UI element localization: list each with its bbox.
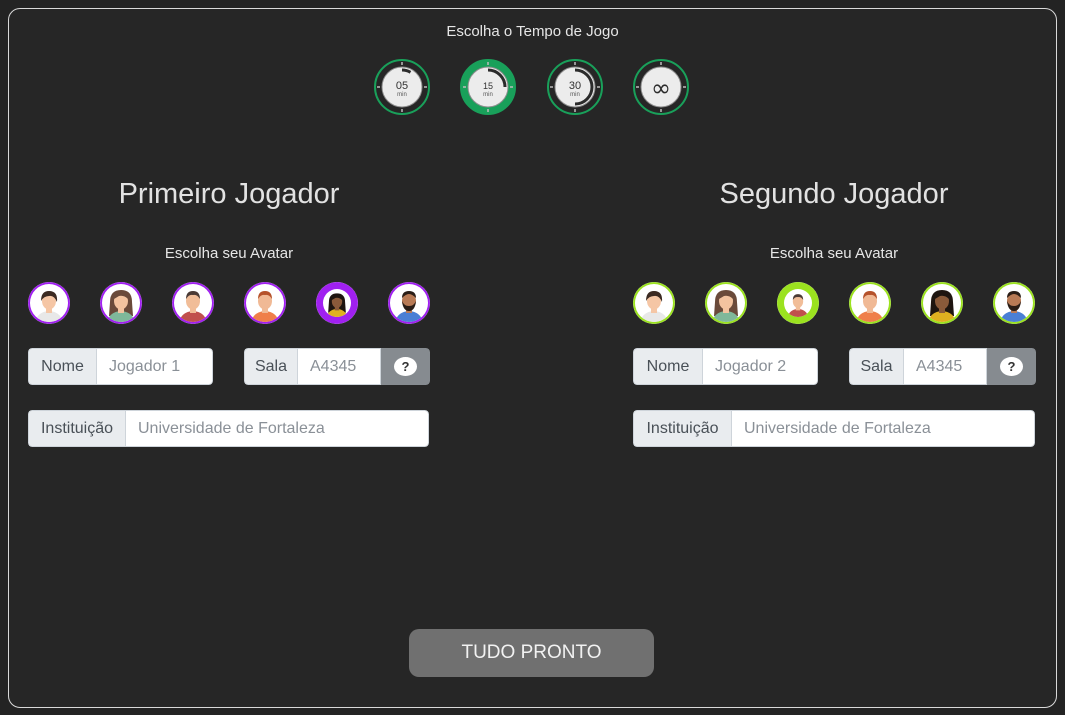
player1-avatar-option[interactable] <box>388 282 430 324</box>
woman-long-hair-icon <box>100 282 142 324</box>
woman-short-hair-icon <box>633 282 675 324</box>
timer-unit: min <box>397 92 407 98</box>
timer-unit: min <box>570 92 580 98</box>
timer-option-30-min[interactable]: 30 min <box>547 59 603 115</box>
man-red-hair-icon <box>244 282 286 324</box>
player1-avatar-option[interactable] <box>244 282 286 324</box>
player1-institution-input[interactable] <box>125 410 429 447</box>
player2-institution-group: Instituição <box>633 410 1035 447</box>
stopwatch-icon: ∞ <box>636 62 686 112</box>
player2-avatar-option[interactable] <box>777 282 819 324</box>
timer-value: 05 <box>396 80 408 92</box>
stopwatch-icon: 05min <box>377 62 427 112</box>
timer-option-15-min[interactable]: 15 min <box>460 59 516 115</box>
player2-room-input[interactable] <box>903 348 987 385</box>
player2-title: Segundo Jogador <box>719 178 949 210</box>
player2-room-help-button[interactable]: ? <box>987 348 1036 385</box>
stopwatch-icon: 15min <box>463 62 513 112</box>
player2-name-group: Nome <box>633 348 818 385</box>
man-beard-icon <box>388 282 430 324</box>
man-beard-icon <box>993 282 1035 324</box>
player1-avatar-option[interactable] <box>28 282 70 324</box>
woman-dark-skin-icon <box>921 282 963 324</box>
player2-institution-label: Instituição <box>633 410 731 447</box>
timer-value: 15 <box>483 81 493 91</box>
player1-name-input[interactable] <box>96 348 213 385</box>
player2-avatar-option[interactable] <box>633 282 675 324</box>
player2-avatar-option[interactable] <box>993 282 1035 324</box>
player1-avatar-option[interactable] <box>316 282 358 324</box>
woman-short-hair-icon <box>28 282 70 324</box>
help-icon: ? <box>1000 357 1023 376</box>
player1-institution-group: Instituição <box>28 410 429 447</box>
player2-avatar-label: Escolha seu Avatar <box>769 245 899 262</box>
woman-long-hair-icon <box>705 282 747 324</box>
player2-name-input[interactable] <box>702 348 818 385</box>
player1-name-group: Nome <box>28 348 213 385</box>
man-dark-hair-icon <box>777 282 819 324</box>
woman-dark-skin-icon <box>316 282 358 324</box>
player2-avatar-option[interactable] <box>921 282 963 324</box>
timer-option-unlimited[interactable]: ∞ <box>633 59 689 115</box>
ready-button[interactable]: TUDO PRONTO <box>409 629 654 677</box>
player2-institution-input[interactable] <box>731 410 1035 447</box>
infinity-icon: ∞ <box>651 74 671 102</box>
timer-value: 30 <box>569 80 581 92</box>
man-red-hair-icon <box>849 282 891 324</box>
timer-option-05-min[interactable]: 05 min <box>374 59 430 115</box>
player1-avatar-option[interactable] <box>172 282 214 324</box>
player2-name-label: Nome <box>633 348 702 385</box>
timer-unit: min <box>483 92 493 98</box>
player2-avatar-option[interactable] <box>705 282 747 324</box>
player1-name-label: Nome <box>28 348 96 385</box>
time-selector: 05 min 15 min 30 min ∞ <box>374 59 694 117</box>
player1-room-input[interactable] <box>297 348 381 385</box>
player1-avatar-label: Escolha seu Avatar <box>164 245 294 262</box>
man-dark-hair-icon <box>172 282 214 324</box>
player2-room-group: Sala ? <box>849 348 1036 385</box>
player1-title: Primeiro Jogador <box>118 178 340 210</box>
time-selector-title: Escolha o Tempo de Jogo <box>446 23 619 40</box>
player1-room-label: Sala <box>244 348 297 385</box>
player2-avatar-option[interactable] <box>849 282 891 324</box>
stopwatch-icon: 30min <box>550 62 600 112</box>
player1-room-group: Sala ? <box>244 348 430 385</box>
player1-avatar-option[interactable] <box>100 282 142 324</box>
player2-room-label: Sala <box>849 348 903 385</box>
help-icon: ? <box>394 357 417 376</box>
player1-room-help-button[interactable]: ? <box>381 348 430 385</box>
player1-institution-label: Instituição <box>28 410 125 447</box>
